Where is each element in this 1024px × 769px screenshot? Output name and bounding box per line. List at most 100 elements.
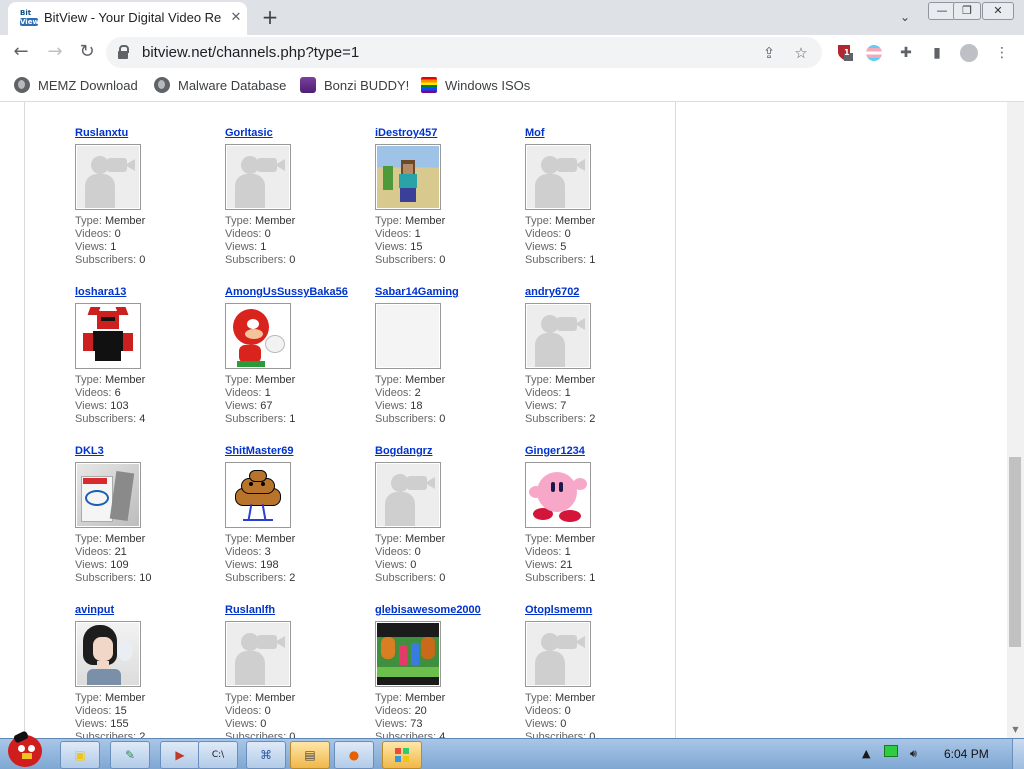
- tray-network-icon[interactable]: [884, 745, 898, 763]
- channel-avatar[interactable]: [75, 621, 141, 687]
- stat-videos: Videos: 1: [225, 387, 375, 400]
- bookmark-bonzi-buddy[interactable]: Bonzi BUDDY!: [300, 76, 409, 96]
- stat-value: 73: [410, 718, 423, 730]
- trans-flag-extension-icon[interactable]: [863, 42, 885, 64]
- scrollbar-thumb[interactable]: [1009, 457, 1021, 647]
- channel-avatar[interactable]: [75, 303, 141, 369]
- page-scrollbar[interactable]: ▼: [1007, 102, 1024, 738]
- channel-stats: Type: Member Videos: 0 Views: 5 Subscribers…: [525, 215, 675, 267]
- tab-close-icon[interactable]: ✕: [228, 10, 244, 26]
- taskbar-media-button[interactable]: ▶: [160, 741, 200, 769]
- scroll-down-arrow-icon[interactable]: ▼: [1007, 724, 1024, 736]
- channel-avatar[interactable]: [525, 462, 591, 528]
- stat-videos: Videos: 0: [75, 228, 225, 241]
- channel-name-link[interactable]: ShitMaster69: [225, 445, 375, 458]
- taskbar-paint-button[interactable]: ✎: [110, 741, 150, 769]
- default-avatar-icon: [227, 623, 289, 685]
- bookmark-memz[interactable]: MEMZ Download: [14, 76, 138, 96]
- channel-avatar[interactable]: [75, 462, 141, 528]
- channel-avatar[interactable]: [375, 462, 441, 528]
- show-desktop-button[interactable]: [1012, 739, 1024, 769]
- channel-name-link[interactable]: glebisawesome2000: [375, 604, 525, 617]
- reload-icon[interactable]: ↻: [74, 39, 100, 65]
- tab-bitview[interactable]: Bit View BitView - Your Digital Video Re…: [8, 2, 247, 35]
- forward-arrow-icon[interactable]: →: [42, 39, 68, 65]
- address-bar[interactable]: bitview.net/channels.php?type=1 ⇪ ☆: [106, 37, 822, 68]
- channel-name-link[interactable]: Bogdangrz: [375, 445, 525, 458]
- stat-value: 0: [439, 254, 446, 266]
- lock-icon[interactable]: [118, 45, 129, 59]
- stat-views: Views: 73: [375, 718, 525, 731]
- stat-videos: Videos: 15: [75, 705, 225, 718]
- new-tab-button[interactable]: +: [258, 5, 282, 29]
- side-panel-icon[interactable]: ▮: [926, 42, 948, 64]
- channel-avatar[interactable]: [75, 144, 141, 210]
- channel-name-link[interactable]: Ruslanxtu: [75, 127, 225, 140]
- taskbar-document-button[interactable]: ▤: [290, 741, 330, 769]
- bookmark-windows-isos[interactable]: Windows ISOs: [421, 76, 530, 96]
- taskbar-windows-button[interactable]: [382, 741, 422, 769]
- channel-name-link[interactable]: Ruslanlfh: [225, 604, 375, 617]
- channel-avatar[interactable]: [225, 462, 291, 528]
- taskbar-explorer-button[interactable]: ▣: [60, 741, 100, 769]
- channel-avatar[interactable]: [525, 621, 591, 687]
- start-button-angry-bird-icon[interactable]: [2, 730, 46, 769]
- stat-subscribers: Subscribers: 0: [225, 254, 375, 267]
- stat-label: Type:: [225, 692, 252, 704]
- bookmark-star-icon[interactable]: ☆: [790, 42, 812, 64]
- channel-name-link[interactable]: andry6702: [525, 286, 675, 299]
- stat-label: Views:: [225, 718, 258, 730]
- stat-subscribers: Subscribers: 0: [375, 413, 525, 426]
- back-arrow-icon[interactable]: ←: [8, 39, 34, 65]
- stat-value: 4: [439, 731, 446, 738]
- channel-avatar[interactable]: [225, 621, 291, 687]
- channel-name-link[interactable]: avinput: [75, 604, 225, 617]
- close-window-button[interactable]: ✕: [982, 2, 1014, 20]
- channel-name-link[interactable]: AmongUsSussyBaka56: [225, 286, 375, 299]
- profile-avatar-icon[interactable]: [958, 42, 980, 64]
- extensions-puzzle-icon[interactable]: ✚: [895, 42, 917, 64]
- channel-name-link[interactable]: loshara13: [75, 286, 225, 299]
- channel-name-link[interactable]: Mof: [525, 127, 675, 140]
- avatar-image: [77, 623, 139, 685]
- extension-shield-icon[interactable]: 1: [834, 42, 856, 64]
- taskbar-cmd-button[interactable]: C:\: [198, 741, 238, 769]
- channel-stats: Type: Member Videos: 2 Views: 18 Subscriber…: [375, 374, 525, 426]
- channel-avatar[interactable]: [225, 144, 291, 210]
- share-icon[interactable]: ⇪: [758, 42, 780, 64]
- channel-avatar[interactable]: [375, 144, 441, 210]
- channel-avatar[interactable]: [525, 144, 591, 210]
- taskbar-firefox-button[interactable]: ●: [334, 741, 374, 769]
- stat-videos: Videos: 1: [375, 228, 525, 241]
- channel-avatar[interactable]: [375, 303, 441, 369]
- stat-label: Videos:: [525, 546, 562, 558]
- channel-avatar[interactable]: [375, 621, 441, 687]
- stat-value: Member: [554, 374, 596, 386]
- tray-volume-icon[interactable]: 🔊︎: [910, 745, 917, 763]
- stat-subscribers: Subscribers: 0: [75, 254, 225, 267]
- channel-name-link[interactable]: Sabar14Gaming: [375, 286, 525, 299]
- bookmark-malware-database[interactable]: Malware Database: [154, 76, 286, 96]
- taskbar-clock[interactable]: 6:04 PM: [944, 745, 989, 763]
- stat-value: Member: [404, 374, 446, 386]
- stat-label: Type:: [525, 533, 552, 545]
- channel-name-link[interactable]: DKL3: [75, 445, 225, 458]
- stat-label: Type:: [75, 374, 102, 386]
- url-text[interactable]: bitview.net/channels.php?type=1: [142, 44, 359, 62]
- stat-label: Type:: [75, 692, 102, 704]
- channel-avatar[interactable]: [525, 303, 591, 369]
- tray-up-arrow-icon[interactable]: ▲: [862, 745, 870, 763]
- channel-name-link[interactable]: Ginger1234: [525, 445, 675, 458]
- channel-name-link[interactable]: Gorltasic: [225, 127, 375, 140]
- channel-name-link[interactable]: iDestroy457: [375, 127, 525, 140]
- channel-card: Sabar14Gaming Type: Member Videos: 2 Views:…: [375, 286, 525, 426]
- minimize-button[interactable]: —: [928, 2, 956, 20]
- taskbar-network-button[interactable]: ⌘: [246, 741, 286, 769]
- stat-value: Member: [254, 215, 296, 227]
- channel-name-link[interactable]: Otoplsmemn: [525, 604, 675, 617]
- bookmark-label: MEMZ Download: [38, 78, 138, 93]
- channel-avatar[interactable]: [225, 303, 291, 369]
- restore-button[interactable]: ❐: [953, 2, 981, 20]
- menu-kebab-icon[interactable]: ⋮: [991, 42, 1013, 64]
- tab-search-chevron-down-icon[interactable]: ⌄: [896, 8, 914, 26]
